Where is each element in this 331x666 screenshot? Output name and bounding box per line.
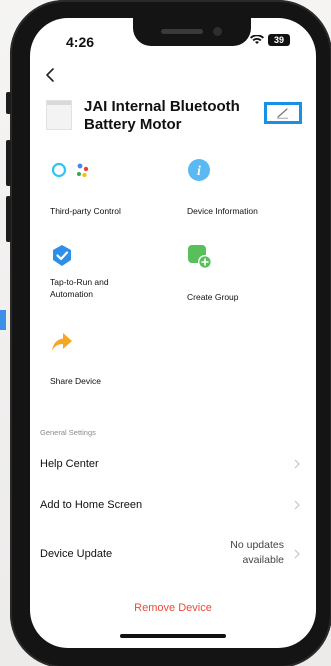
left-accent-bar <box>0 310 6 330</box>
row-label: Device Update <box>40 548 113 560</box>
home-indicator[interactable] <box>120 634 226 638</box>
back-arrow-icon[interactable] <box>42 66 60 84</box>
device-thumbnail <box>46 100 72 130</box>
speaker <box>161 29 203 34</box>
tile-label: Share Device <box>50 376 102 386</box>
alexa-google-icon <box>50 158 89 190</box>
pencil-icon <box>277 108 288 119</box>
share-icon <box>50 330 82 362</box>
row-label: Add to Home Screen <box>40 499 143 511</box>
create-group-icon <box>187 244 219 276</box>
status-time: 4:26 <box>66 34 95 50</box>
tap-to-run-icon <box>50 244 82 276</box>
battery-indicator: 39 <box>268 34 290 46</box>
volume-up-button <box>6 140 11 186</box>
phone-frame: 4:26 39 JAI Internal Bluetooth Battery M… <box>6 0 331 666</box>
update-status: No updates available <box>230 539 284 566</box>
info-icon: i <box>187 158 219 190</box>
general-settings-header: General Settings <box>40 428 96 437</box>
row-label: Help Center <box>40 458 99 470</box>
tile-label: Device Information <box>187 206 258 216</box>
phone-screen: 4:26 39 JAI Internal Bluetooth Battery M… <box>30 18 316 648</box>
wifi-icon <box>250 35 264 44</box>
chevron-right-icon <box>294 549 300 559</box>
row-help-center[interactable]: Help Center <box>30 444 316 484</box>
status-icons: 39 <box>250 34 290 46</box>
front-camera <box>213 27 222 36</box>
tile-label: Create Group <box>187 292 239 302</box>
chevron-right-icon <box>294 500 300 510</box>
tile-label: Tap-to-Run and Automation <box>50 277 109 299</box>
row-add-to-home-screen[interactable]: Add to Home Screen <box>30 485 316 525</box>
svg-text:i: i <box>197 164 201 179</box>
notch <box>133 18 251 46</box>
chevron-right-icon <box>294 459 300 469</box>
tile-label: Third-party Control <box>50 206 121 216</box>
edit-name-button[interactable] <box>264 102 302 124</box>
remove-device-button[interactable]: Remove Device <box>30 602 316 614</box>
device-name: JAI Internal Bluetooth Battery Motor <box>84 98 240 133</box>
screenshot-stage: 4:26 39 JAI Internal Bluetooth Battery M… <box>0 0 331 666</box>
mute-switch <box>6 92 11 114</box>
volume-down-button <box>6 196 11 242</box>
row-device-update[interactable]: Device Update No updates available <box>30 532 316 576</box>
